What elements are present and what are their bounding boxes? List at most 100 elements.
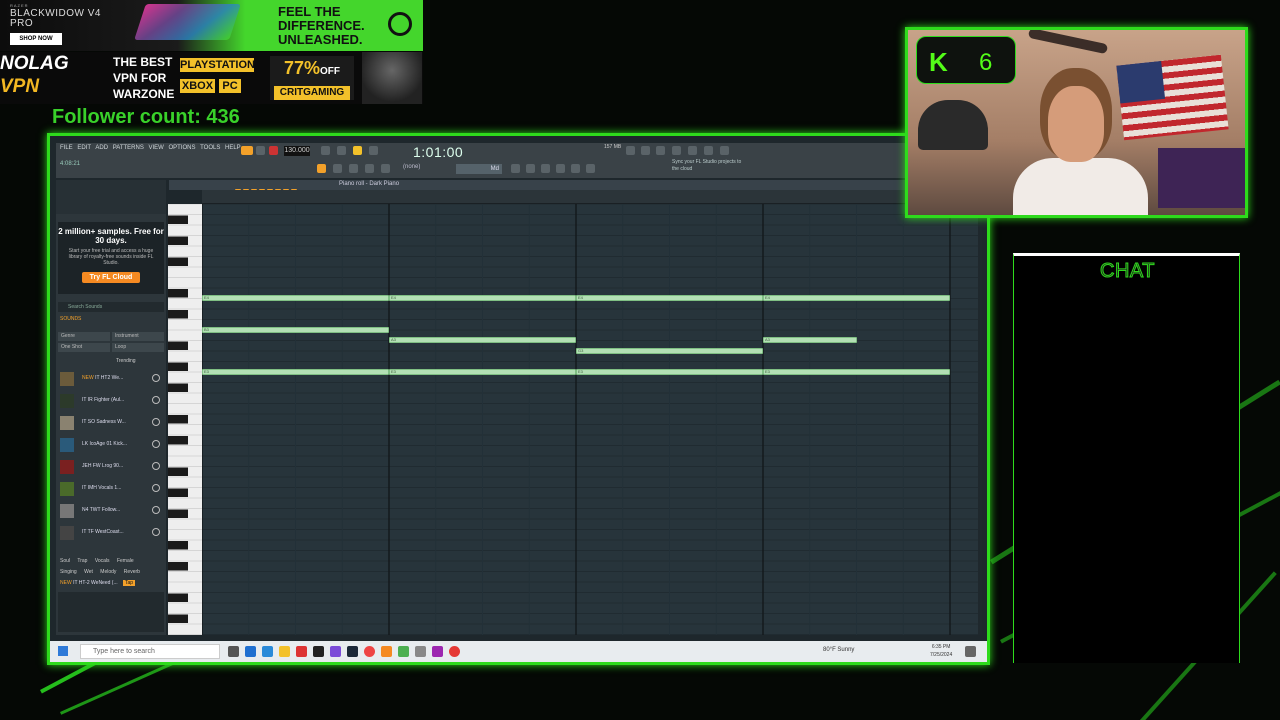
add-sound-icon[interactable] <box>152 440 160 448</box>
add-sound-icon[interactable] <box>152 484 160 492</box>
genre-tag[interactable]: Vocals <box>95 558 110 564</box>
genre-tag[interactable]: Reverb <box>124 569 140 575</box>
add-sound-icon[interactable] <box>152 528 160 536</box>
sounds-tab[interactable]: SOUNDS <box>60 316 81 322</box>
midi-note[interactable]: G3 <box>576 347 763 354</box>
plugin-icon[interactable] <box>586 164 595 173</box>
steam-icon[interactable] <box>347 646 358 657</box>
browser-icon[interactable] <box>571 164 580 173</box>
record-button[interactable] <box>269 146 278 155</box>
windows-start-icon[interactable] <box>58 646 68 656</box>
menu-view[interactable]: VIEW <box>149 145 164 151</box>
task-view-icon[interactable] <box>228 646 239 657</box>
mail-icon[interactable] <box>296 646 307 657</box>
app-icon[interactable] <box>449 646 460 657</box>
midi-note[interactable]: E4 <box>763 295 950 301</box>
pattern-mode-icon[interactable] <box>317 164 326 173</box>
instrument-filter[interactable]: Instrument <box>112 332 164 341</box>
edge-icon[interactable] <box>245 646 256 657</box>
speaker-icon[interactable] <box>381 164 390 173</box>
pattern-selector[interactable]: Md <box>456 164 502 174</box>
snap-selector[interactable]: (none) <box>403 164 420 170</box>
arrow-icon[interactable] <box>333 164 342 173</box>
try-fl-cloud-button[interactable]: Try FL Cloud <box>81 272 141 283</box>
genre-filter[interactable]: Genre <box>58 332 110 341</box>
menu-help[interactable]: HELP <box>225 145 241 151</box>
razer-ad-banner[interactable]: RAZER BLACKWIDOW V4 PRO SHOP NOW FEEL TH… <box>0 0 423 51</box>
add-sound-icon[interactable] <box>152 396 160 404</box>
shop-now-button[interactable]: SHOP NOW <box>10 33 62 45</box>
add-sound-icon[interactable] <box>152 506 160 514</box>
one-shot-filter[interactable]: One Shot <box>58 343 110 352</box>
download-icon[interactable] <box>720 146 729 155</box>
cut-icon[interactable] <box>641 146 650 155</box>
genre-tag[interactable]: Trap <box>77 558 87 564</box>
midi-note[interactable]: E3 <box>576 368 763 375</box>
taskbar-search-input[interactable]: Type here to search <box>80 644 220 659</box>
loop-filter[interactable]: Loop <box>112 343 164 352</box>
sound-list-item[interactable]: IT SO Sadness W... <box>60 414 164 433</box>
sound-list-item[interactable]: IT TF WestCoast... <box>60 524 164 543</box>
piano-roll-grid[interactable]: E4 E4 E4 E4 B3 A3 G3 A3 E3 E3 E3 E3 <box>202 204 978 635</box>
save-icon[interactable] <box>688 146 697 155</box>
microphone-icon[interactable] <box>656 146 665 155</box>
menu-add[interactable]: ADD <box>95 145 108 151</box>
midi-note[interactable]: B3 <box>202 326 389 333</box>
midi-note[interactable]: A3 <box>389 337 576 343</box>
add-sound-icon[interactable] <box>152 462 160 470</box>
piano-roll-timeline[interactable] <box>202 190 981 204</box>
add-sound-icon[interactable] <box>152 418 160 426</box>
wait-icon[interactable] <box>337 146 346 155</box>
mixer-icon[interactable] <box>511 164 520 173</box>
menu-tools[interactable]: TOOLS <box>200 145 220 151</box>
menu-edit[interactable]: EDIT <box>77 145 91 151</box>
help-icon[interactable] <box>672 146 681 155</box>
midi-note[interactable]: E3 <box>763 368 950 375</box>
chrome-icon[interactable] <box>364 646 375 657</box>
midi-note[interactable]: E4 <box>576 295 763 301</box>
sound-list-item[interactable]: NEW IT HT2 We... <box>60 370 164 389</box>
sample-player[interactable] <box>58 592 164 632</box>
midi-note[interactable]: E3 <box>389 368 576 375</box>
notification-icon[interactable] <box>965 646 976 657</box>
tap-button[interactable]: Tap <box>123 580 136 586</box>
genre-tag[interactable]: Melody <box>100 569 116 575</box>
nolag-vpn-ad-banner[interactable]: NOLAG VPN THE BEST VPN FOR WARZONE PLAYS… <box>0 52 423 104</box>
midi-note[interactable]: E3 <box>202 368 389 375</box>
fl-studio-icon[interactable] <box>381 646 392 657</box>
sound-list-item[interactable]: IT IR Fighter (Aul... <box>60 392 164 411</box>
info-icon[interactable] <box>704 146 713 155</box>
store-icon[interactable] <box>262 646 273 657</box>
menu-file[interactable]: FILE <box>60 145 73 151</box>
menu-patterns[interactable]: PATTERNS <box>113 145 144 151</box>
add-sound-icon[interactable] <box>152 374 160 382</box>
sound-list-item[interactable]: IT IMH Vocals 1... <box>60 480 164 499</box>
undo-icon[interactable] <box>626 146 635 155</box>
pencil-icon[interactable] <box>349 164 358 173</box>
genre-tag[interactable]: Singing <box>60 569 77 575</box>
midi-note[interactable]: E4 <box>202 295 389 301</box>
sort-selector[interactable]: Trending <box>116 358 136 364</box>
sound-list-item[interactable]: N4 TWT Follow... <box>60 502 164 521</box>
step-edit-icon[interactable] <box>369 146 378 155</box>
channel-rack-icon[interactable] <box>526 164 535 173</box>
taskbar-clock[interactable]: 6:35 PM 7/25/2024 <box>930 643 952 659</box>
piano-roll-icon[interactable] <box>541 164 550 173</box>
vertical-scrollbar[interactable] <box>978 204 982 635</box>
file-explorer-icon[interactable] <box>279 646 290 657</box>
app-icon[interactable] <box>432 646 443 657</box>
midi-note[interactable]: A3 <box>763 337 857 343</box>
app-icon[interactable] <box>415 646 426 657</box>
stop-button[interactable] <box>256 146 265 155</box>
play-button[interactable] <box>241 146 253 155</box>
app-icon[interactable] <box>398 646 409 657</box>
menu-options[interactable]: OPTIONS <box>169 145 196 151</box>
loop-record-icon[interactable] <box>353 146 362 155</box>
tempo-display[interactable]: 130.000 <box>284 146 310 156</box>
genre-tag[interactable]: Soul <box>60 558 70 564</box>
midi-note[interactable]: E4 <box>389 295 576 301</box>
genre-tag[interactable]: Wet <box>84 569 93 575</box>
discord-icon[interactable] <box>330 646 341 657</box>
obs-icon[interactable] <box>313 646 324 657</box>
weather-widget[interactable]: 80°F Sunny <box>823 647 854 653</box>
